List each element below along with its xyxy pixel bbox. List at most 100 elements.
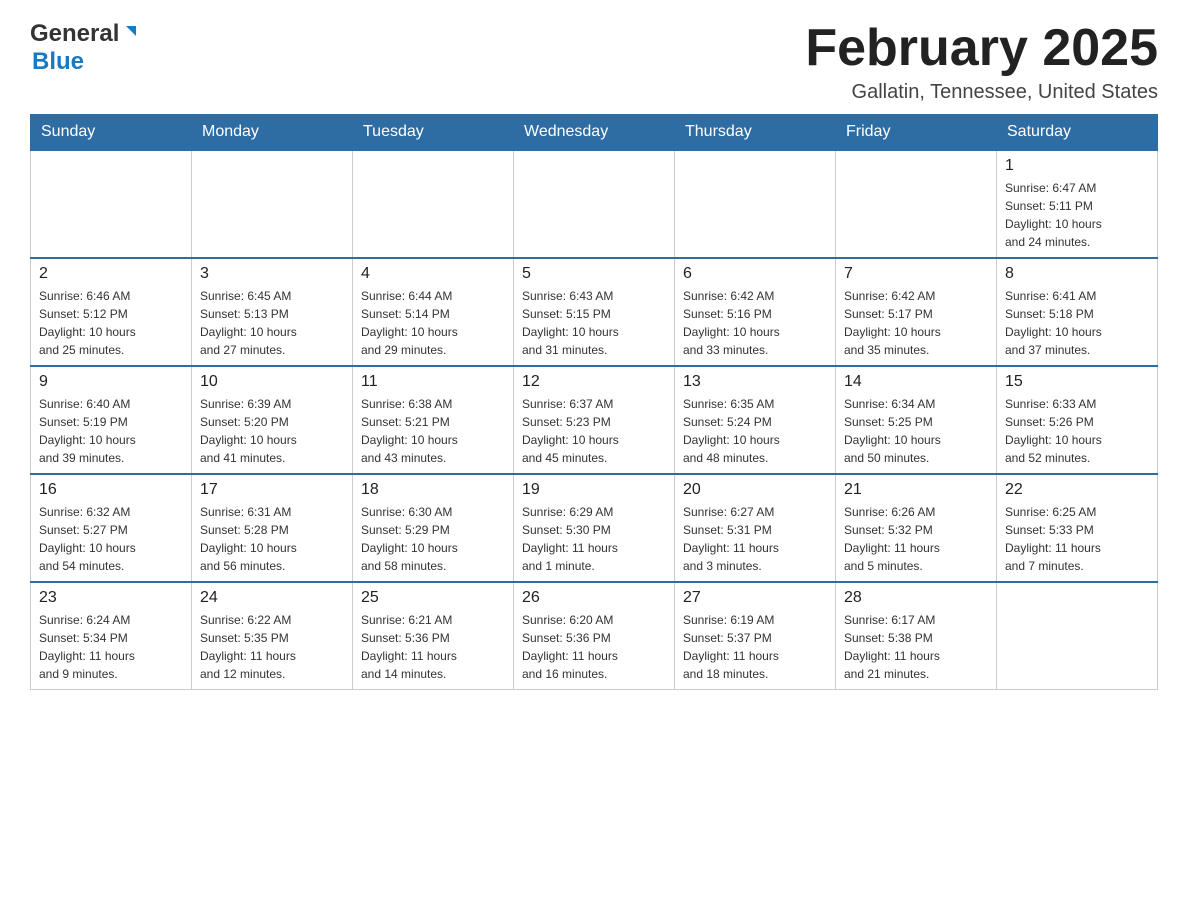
calendar-cell: 15 Sunrise: 6:33 AMSunset: 5:26 PMDayligh… — [997, 366, 1158, 474]
day-info: Sunrise: 6:47 AMSunset: 5:11 PMDaylight:… — [1005, 179, 1149, 251]
day-info: Sunrise: 6:19 AMSunset: 5:37 PMDaylight:… — [683, 611, 827, 683]
day-info: Sunrise: 6:43 AMSunset: 5:15 PMDaylight:… — [522, 287, 666, 359]
day-number: 18 — [361, 481, 505, 499]
calendar-cell — [353, 150, 514, 258]
day-info: Sunrise: 6:40 AMSunset: 5:19 PMDaylight:… — [39, 395, 183, 467]
day-info: Sunrise: 6:42 AMSunset: 5:16 PMDaylight:… — [683, 287, 827, 359]
calendar-week-row: 2 Sunrise: 6:46 AMSunset: 5:12 PMDaylight… — [31, 258, 1158, 366]
day-info: Sunrise: 6:20 AMSunset: 5:36 PMDaylight:… — [522, 611, 666, 683]
day-number: 10 — [200, 373, 344, 391]
calendar-cell — [514, 150, 675, 258]
calendar-cell: 3Sunrise: 6:45 AMSunset: 5:13 PMDaylight… — [192, 258, 353, 366]
calendar-cell: 28 Sunrise: 6:17 AMSunset: 5:38 PMDayligh… — [836, 582, 997, 690]
calendar-cell: 5 Sunrise: 6:43 AMSunset: 5:15 PMDaylight… — [514, 258, 675, 366]
calendar-day-header: Wednesday — [514, 115, 675, 151]
day-number: 24 — [200, 589, 344, 607]
day-number: 8 — [1005, 265, 1149, 283]
day-info: Sunrise: 6:37 AMSunset: 5:23 PMDaylight:… — [522, 395, 666, 467]
day-info: Sunrise: 6:46 AMSunset: 5:12 PMDaylight:… — [39, 287, 183, 359]
calendar-day-header: Sunday — [31, 115, 192, 151]
logo-blue-text: Blue — [32, 48, 84, 75]
calendar-table: SundayMondayTuesdayWednesdayThursdayFrid… — [30, 114, 1158, 690]
calendar-cell: 6 Sunrise: 6:42 AMSunset: 5:16 PMDaylight… — [675, 258, 836, 366]
calendar-cell: 1 Sunrise: 6:47 AMSunset: 5:11 PMDaylight… — [997, 150, 1158, 258]
calendar-cell: 10 Sunrise: 6:39 AMSunset: 5:20 PMDayligh… — [192, 366, 353, 474]
day-number: 5 — [522, 265, 666, 283]
page-header: General Blue February 2025 Gallatin, Ten… — [30, 20, 1158, 104]
day-info: Sunrise: 6:25 AMSunset: 5:33 PMDaylight:… — [1005, 503, 1149, 575]
day-info: Sunrise: 6:21 AMSunset: 5:36 PMDaylight:… — [361, 611, 505, 683]
calendar-cell: 16 Sunrise: 6:32 AMSunset: 5:27 PMDayligh… — [31, 474, 192, 582]
calendar-cell: 27 Sunrise: 6:19 AMSunset: 5:37 PMDayligh… — [675, 582, 836, 690]
month-title: February 2025 — [805, 20, 1158, 77]
calendar-cell — [31, 150, 192, 258]
calendar-cell: 22Sunrise: 6:25 AMSunset: 5:33 PMDayligh… — [997, 474, 1158, 582]
calendar-cell: 25 Sunrise: 6:21 AMSunset: 5:36 PMDayligh… — [353, 582, 514, 690]
calendar-cell: 23Sunrise: 6:24 AMSunset: 5:34 PMDayligh… — [31, 582, 192, 690]
day-info: Sunrise: 6:30 AMSunset: 5:29 PMDaylight:… — [361, 503, 505, 575]
day-info: Sunrise: 6:29 AMSunset: 5:30 PMDaylight:… — [522, 503, 666, 575]
day-info: Sunrise: 6:17 AMSunset: 5:38 PMDaylight:… — [844, 611, 988, 683]
calendar-cell — [997, 582, 1158, 690]
calendar-cell — [675, 150, 836, 258]
calendar-cell: 13 Sunrise: 6:35 AMSunset: 5:24 PMDayligh… — [675, 366, 836, 474]
day-number: 11 — [361, 373, 505, 391]
day-info: Sunrise: 6:35 AMSunset: 5:24 PMDaylight:… — [683, 395, 827, 467]
day-number: 13 — [683, 373, 827, 391]
day-number: 16 — [39, 481, 183, 499]
day-info: Sunrise: 6:42 AMSunset: 5:17 PMDaylight:… — [844, 287, 988, 359]
calendar-week-row: 23Sunrise: 6:24 AMSunset: 5:34 PMDayligh… — [31, 582, 1158, 690]
title-section: February 2025 Gallatin, Tennessee, Unite… — [805, 20, 1158, 104]
location-text: Gallatin, Tennessee, United States — [805, 81, 1158, 104]
day-number: 1 — [1005, 157, 1149, 175]
day-number: 28 — [844, 589, 988, 607]
day-number: 26 — [522, 589, 666, 607]
calendar-cell: 14Sunrise: 6:34 AMSunset: 5:25 PMDayligh… — [836, 366, 997, 474]
logo-general-text: General — [30, 20, 119, 48]
day-info: Sunrise: 6:31 AMSunset: 5:28 PMDaylight:… — [200, 503, 344, 575]
day-number: 4 — [361, 265, 505, 283]
calendar-day-header: Saturday — [997, 115, 1158, 151]
logo: General Blue — [30, 20, 140, 76]
calendar-week-row: 1 Sunrise: 6:47 AMSunset: 5:11 PMDaylight… — [31, 150, 1158, 258]
day-info: Sunrise: 6:45 AMSunset: 5:13 PMDaylight:… — [200, 287, 344, 359]
day-number: 9 — [39, 373, 183, 391]
day-info: Sunrise: 6:33 AMSunset: 5:26 PMDaylight:… — [1005, 395, 1149, 467]
calendar-day-header: Friday — [836, 115, 997, 151]
day-number: 27 — [683, 589, 827, 607]
day-number: 20 — [683, 481, 827, 499]
calendar-cell: 8 Sunrise: 6:41 AMSunset: 5:18 PMDaylight… — [997, 258, 1158, 366]
calendar-cell: 26 Sunrise: 6:20 AMSunset: 5:36 PMDayligh… — [514, 582, 675, 690]
calendar-cell: 21Sunrise: 6:26 AMSunset: 5:32 PMDayligh… — [836, 474, 997, 582]
calendar-cell: 9 Sunrise: 6:40 AMSunset: 5:19 PMDaylight… — [31, 366, 192, 474]
day-number: 25 — [361, 589, 505, 607]
day-number: 15 — [1005, 373, 1149, 391]
calendar-cell — [836, 150, 997, 258]
calendar-cell: 11Sunrise: 6:38 AMSunset: 5:21 PMDayligh… — [353, 366, 514, 474]
calendar-cell: 18 Sunrise: 6:30 AMSunset: 5:29 PMDayligh… — [353, 474, 514, 582]
calendar-day-header: Monday — [192, 115, 353, 151]
day-info: Sunrise: 6:32 AMSunset: 5:27 PMDaylight:… — [39, 503, 183, 575]
day-info: Sunrise: 6:41 AMSunset: 5:18 PMDaylight:… — [1005, 287, 1149, 359]
calendar-cell: 24 Sunrise: 6:22 AMSunset: 5:35 PMDayligh… — [192, 582, 353, 690]
calendar-cell: 7 Sunrise: 6:42 AMSunset: 5:17 PMDaylight… — [836, 258, 997, 366]
day-number: 7 — [844, 265, 988, 283]
day-info: Sunrise: 6:27 AMSunset: 5:31 PMDaylight:… — [683, 503, 827, 575]
day-number: 21 — [844, 481, 988, 499]
calendar-cell: 17 Sunrise: 6:31 AMSunset: 5:28 PMDayligh… — [192, 474, 353, 582]
logo-arrow-icon — [122, 24, 140, 47]
day-info: Sunrise: 6:39 AMSunset: 5:20 PMDaylight:… — [200, 395, 344, 467]
calendar-cell: 19Sunrise: 6:29 AMSunset: 5:30 PMDayligh… — [514, 474, 675, 582]
calendar-cell: 12Sunrise: 6:37 AMSunset: 5:23 PMDayligh… — [514, 366, 675, 474]
calendar-cell: 4 Sunrise: 6:44 AMSunset: 5:14 PMDaylight… — [353, 258, 514, 366]
day-number: 2 — [39, 265, 183, 283]
day-number: 17 — [200, 481, 344, 499]
calendar-week-row: 9 Sunrise: 6:40 AMSunset: 5:19 PMDaylight… — [31, 366, 1158, 474]
day-number: 6 — [683, 265, 827, 283]
calendar-day-header: Thursday — [675, 115, 836, 151]
day-info: Sunrise: 6:44 AMSunset: 5:14 PMDaylight:… — [361, 287, 505, 359]
day-info: Sunrise: 6:22 AMSunset: 5:35 PMDaylight:… — [200, 611, 344, 683]
calendar-day-header: Tuesday — [353, 115, 514, 151]
day-number: 14 — [844, 373, 988, 391]
calendar-cell — [192, 150, 353, 258]
